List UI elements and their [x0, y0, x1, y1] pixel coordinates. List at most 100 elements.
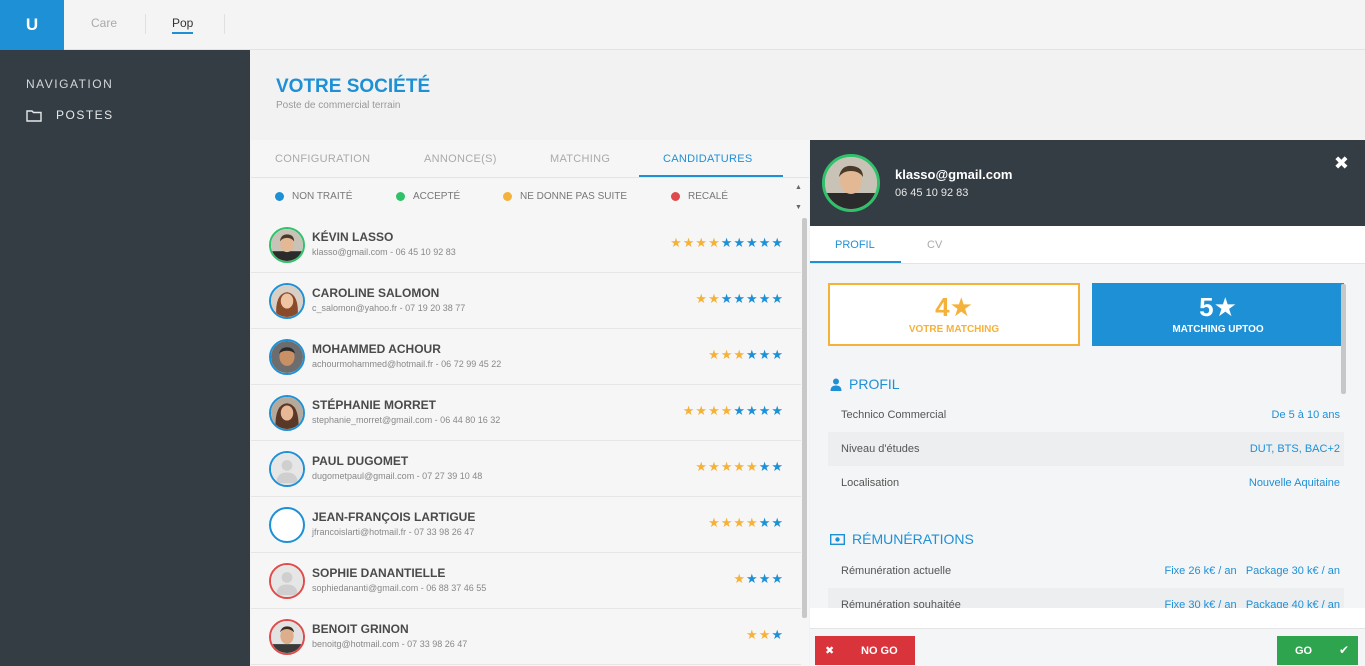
star-icon: ★: [771, 515, 784, 530]
candidate-contact: achourmohammed@hotmail.fr - 06 72 99 45 …: [312, 359, 502, 369]
star-icon: ★: [758, 459, 772, 474]
go-button[interactable]: GO ✔: [1277, 636, 1358, 665]
uptoo-matching-label: MATCHING UPTOO: [1172, 324, 1264, 335]
candidate-row[interactable]: CAROLINE SALOMON c_salomon@yahoo.fr - 07 …: [251, 273, 801, 329]
star-icon: ★: [708, 235, 721, 250]
star-icon: ★: [758, 627, 772, 642]
section-tabs: CONFIGURATION ANNONCE(S) MATCHING CANDID…: [251, 140, 809, 178]
rating-stars: ★★★★★★★★: [683, 403, 784, 419]
candidate-name: CAROLINE SALOMON: [312, 286, 440, 300]
star-icon: ★: [720, 235, 734, 250]
money-icon: [830, 533, 845, 545]
tab-configuration[interactable]: CONFIGURATION: [275, 153, 370, 165]
my-matching-label: VOTRE MATCHING: [908, 324, 1000, 335]
star-icon: ★: [708, 291, 721, 306]
tab-profil[interactable]: PROFIL: [835, 239, 875, 251]
candidate-contact: dugometpaul@gmail.com - 07 27 39 10 48: [312, 471, 483, 481]
candidate-row[interactable]: SOPHIE DANANTIELLE sophiedananti@gmail.co…: [251, 553, 801, 609]
my-matching-value: 4: [935, 292, 950, 322]
candidate-row[interactable]: KÉVIN LASSO klasso@gmail.com - 06 45 10 9…: [251, 217, 801, 273]
candidate-name: SOPHIE DANANTIELLE: [312, 566, 446, 580]
top-tab-pop[interactable]: Pop: [172, 16, 194, 34]
rating-stars: ★★★★: [733, 571, 784, 587]
candidate-name: JEAN-FRANÇOIS LARTIGUE: [312, 510, 476, 524]
star-icon: ★: [695, 403, 709, 418]
candidate-row[interactable]: JEAN-FRANÇOIS LARTIGUE jfrancoislarti@hot…: [251, 497, 801, 553]
candidate-row[interactable]: STÉPHANIE MORRET stephanie_morret@gmail.c…: [251, 385, 801, 441]
avatar: [269, 283, 305, 319]
star-icon: ★: [758, 347, 772, 362]
active-tab-indicator: [810, 261, 901, 263]
tab-annonces[interactable]: ANNONCE(S): [424, 153, 497, 165]
avatar: [822, 154, 880, 212]
star-icon: ★: [771, 627, 784, 642]
app-logo[interactable]: U: [0, 0, 64, 50]
candidate-contact: c_salomon@yahoo.fr - 07 19 20 38 77: [312, 303, 466, 313]
candidate-row[interactable]: MOHAMMED ACHOUR achourmohammed@hotmail.fr…: [251, 329, 801, 385]
star-icon: ★: [670, 235, 683, 250]
active-tab-indicator: [639, 175, 783, 177]
detail-body: 4★ VOTRE MATCHING 5★ MATCHING UPTOO PROF…: [810, 264, 1365, 608]
scroll-up-arrow-icon[interactable]: ▲: [795, 184, 803, 191]
star-icon: ★: [746, 571, 759, 586]
candidate-contact: benoitg@hotmail.com - 07 33 98 26 47: [312, 639, 468, 649]
star-icon: ★: [733, 515, 747, 530]
star-icon: ★: [949, 292, 973, 322]
user-icon: [830, 378, 842, 391]
avatar: [269, 507, 305, 543]
star-icon: ★: [733, 291, 747, 306]
list-scrollbar[interactable]: [802, 218, 807, 618]
legend-accepte: ACCEPTÉ: [396, 191, 460, 202]
detail-tabs: PROFIL CV: [810, 226, 1365, 264]
star-icon: ★: [682, 403, 696, 418]
top-bar: U Care Pop: [0, 0, 1365, 50]
star-icon: ★: [771, 347, 784, 362]
detail-footer: ✖ NO GO GO ✔: [810, 628, 1365, 666]
sidebar-item-postes[interactable]: POSTES: [26, 106, 114, 124]
star-icon: ★: [746, 403, 759, 418]
detail-header: klasso@gmail.com 06 45 10 92 83 ✖: [810, 140, 1365, 226]
no-go-button[interactable]: ✖ NO GO: [815, 636, 915, 665]
rating-stars: ★★★★★★★: [695, 291, 784, 307]
avatar: [269, 451, 305, 487]
star-icon: ★: [720, 403, 734, 418]
avatar: [269, 227, 305, 263]
candidate-name: BENOIT GRINON: [312, 622, 409, 636]
star-icon: ★: [682, 235, 696, 250]
candidate-list: KÉVIN LASSO klasso@gmail.com - 06 45 10 9…: [251, 217, 801, 666]
top-tab-divider: [224, 14, 225, 34]
remuneration-row: Rémunération actuelle Fixe 26 k€ / an Pa…: [841, 565, 1340, 577]
legend-recale: RECALÉ: [671, 191, 728, 202]
candidate-name: STÉPHANIE MORRET: [312, 398, 437, 412]
rating-stars: ★★★★★★★: [695, 459, 784, 475]
rating-stars: ★★★★★★: [708, 515, 784, 531]
tab-candidatures[interactable]: CANDIDATURES: [663, 153, 753, 165]
star-icon: ★: [720, 347, 734, 362]
candidate-name: MOHAMMED ACHOUR: [312, 342, 441, 356]
tab-cv[interactable]: CV: [927, 239, 942, 251]
avatar: [269, 339, 305, 375]
top-tab-care[interactable]: Care: [91, 16, 117, 30]
star-icon: ★: [733, 571, 747, 586]
star-icon: ★: [771, 291, 784, 306]
avatar: [269, 563, 305, 599]
scroll-down-arrow-icon[interactable]: ▼: [795, 204, 803, 211]
detail-scrollbar[interactable]: [1341, 284, 1346, 394]
check-icon: ✔: [1338, 643, 1349, 657]
candidate-row[interactable]: PAUL DUGOMET dugometpaul@gmail.com - 07 2…: [251, 441, 801, 497]
green-dot-icon: [396, 192, 405, 201]
profil-row: Niveau d'études DUT, BTS, BAC+2: [828, 432, 1344, 466]
star-icon: ★: [720, 459, 734, 474]
candidate-contact: klasso@gmail.com - 06 45 10 92 83: [312, 247, 456, 257]
star-icon: ★: [758, 235, 772, 250]
tab-matching[interactable]: MATCHING: [550, 153, 610, 165]
candidate-detail-panel: klasso@gmail.com 06 45 10 92 83 ✖ PROFIL…: [810, 140, 1365, 666]
star-icon: ★: [733, 347, 747, 362]
sidebar-item-label: POSTES: [56, 108, 114, 122]
candidate-row[interactable]: BENOIT GRINON benoitg@hotmail.com - 07 33…: [251, 609, 801, 665]
star-icon: ★: [771, 459, 784, 474]
page-title: VOTRE SOCIÉTÉ: [276, 76, 431, 97]
close-icon: ✖: [825, 645, 835, 657]
status-legend: NON TRAITÉ ACCEPTÉ NE DONNE PAS SUITE RE…: [251, 179, 809, 217]
close-icon[interactable]: ✖: [1334, 153, 1349, 174]
